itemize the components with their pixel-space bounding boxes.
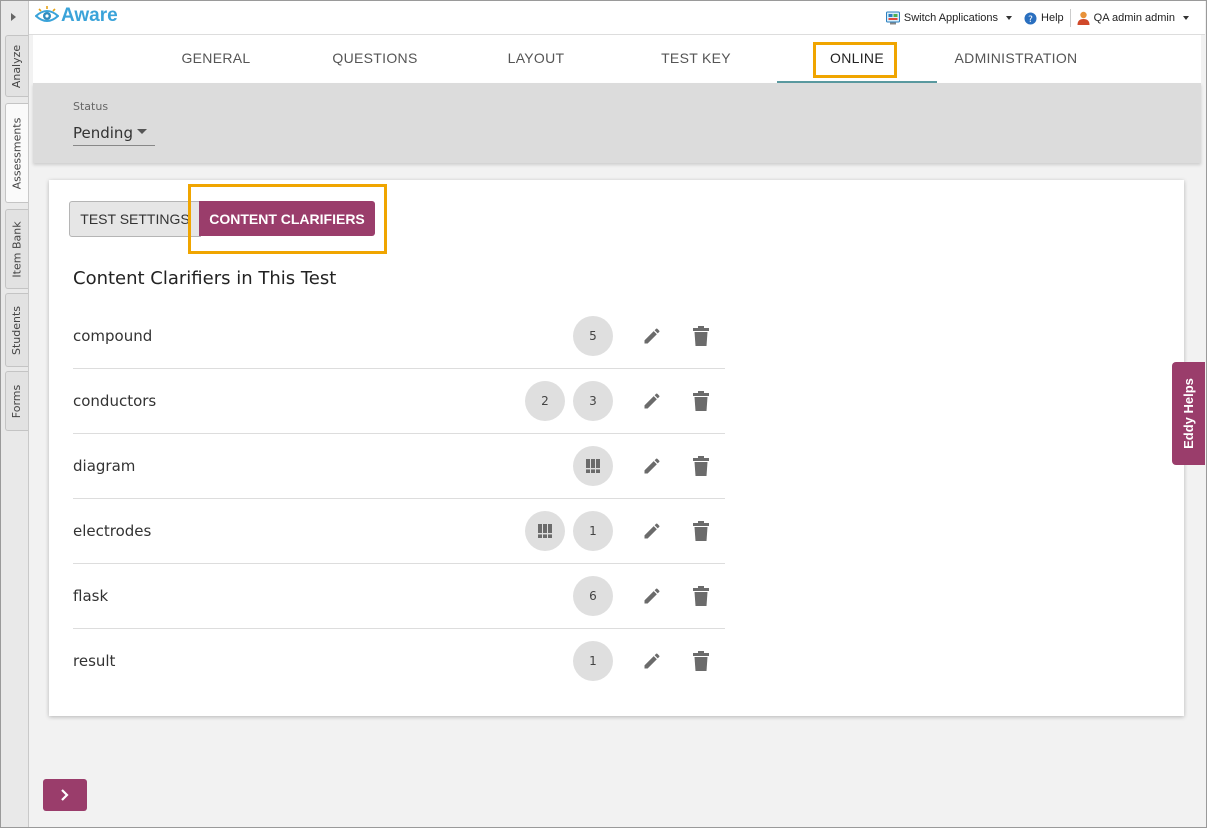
delete-button[interactable]	[689, 519, 713, 543]
rail-tab-item-bank[interactable]: Item Bank	[5, 209, 28, 289]
trash-icon	[693, 586, 709, 606]
edit-button[interactable]	[640, 519, 664, 543]
expand-panel-button[interactable]	[43, 779, 87, 811]
usage-count-chip[interactable]: 1	[573, 511, 613, 551]
eye-logo-icon	[35, 6, 59, 22]
book-icon	[586, 459, 600, 473]
tab-layout[interactable]: LAYOUT	[501, 35, 571, 81]
tab-general[interactable]: GENERAL	[176, 35, 256, 81]
pencil-icon	[644, 588, 660, 604]
clarifier-term: electrodes	[73, 522, 152, 540]
chevron-right-icon	[61, 789, 69, 801]
rail-tab-assessments[interactable]: Assessments	[5, 103, 28, 203]
clarifier-row: conductors 2 3	[73, 369, 725, 434]
edit-button[interactable]	[640, 324, 664, 348]
clarifier-term: result	[73, 652, 116, 670]
clarifier-term: conductors	[73, 392, 157, 410]
test-settings-button[interactable]: TEST SETTINGS	[69, 201, 201, 237]
online-tab-highlight	[813, 42, 897, 78]
trash-icon	[693, 326, 709, 346]
assessment-nav: GENERAL QUESTIONS LAYOUT TEST KEY ONLINE…	[33, 35, 1201, 83]
usage-count-chip[interactable]: 1	[573, 641, 613, 681]
app-name: Aware	[61, 5, 118, 26]
content-card: TEST SETTINGS CONTENT CLARIFIERS Content…	[49, 180, 1184, 716]
delete-button[interactable]	[689, 584, 713, 608]
library-chip[interactable]	[573, 446, 613, 486]
usage-count-chip[interactable]: 3	[573, 381, 613, 421]
clarifier-row: electrodes 1	[73, 499, 725, 564]
switch-apps-icon	[885, 11, 900, 25]
help-icon: ?	[1024, 12, 1037, 25]
clarifier-row: diagram	[73, 434, 725, 499]
delete-button[interactable]	[689, 454, 713, 478]
top-bar: Aware Switch Applications ? Help QA admi…	[29, 1, 1205, 35]
status-dropdown[interactable]: Pending	[73, 121, 155, 146]
edit-button[interactable]	[640, 649, 664, 673]
clarifier-row: compound 5	[73, 304, 725, 369]
help-label: Help	[1041, 12, 1064, 24]
tab-administration[interactable]: ADMINISTRATION	[951, 35, 1081, 81]
book-icon	[538, 524, 552, 538]
pencil-icon	[644, 523, 660, 539]
edit-button[interactable]	[640, 389, 664, 413]
status-band: Status Pending	[33, 83, 1201, 163]
usage-count-chip[interactable]: 5	[573, 316, 613, 356]
clarifier-term: flask	[73, 587, 109, 605]
pencil-icon	[644, 393, 660, 409]
status-value: Pending	[73, 124, 133, 142]
svg-text:?: ?	[1028, 15, 1033, 25]
clarifier-term: diagram	[73, 457, 136, 475]
pencil-icon	[644, 653, 660, 669]
switch-applications-menu[interactable]: Switch Applications	[880, 11, 1018, 25]
trash-icon	[693, 521, 709, 541]
content-clarifiers-highlight	[188, 184, 387, 254]
rail-tab-forms[interactable]: Forms	[5, 371, 28, 431]
app-logo[interactable]: Aware	[35, 5, 118, 27]
usage-count-chip[interactable]: 6	[573, 576, 613, 616]
rail-tab-analyze[interactable]: Analyze	[5, 35, 28, 97]
edit-button[interactable]	[640, 454, 664, 478]
user-menu[interactable]: QA admin admin	[1071, 11, 1195, 25]
pencil-icon	[644, 458, 660, 474]
clarifier-row: result 1	[73, 629, 725, 693]
switch-applications-label: Switch Applications	[903, 12, 999, 24]
edit-button[interactable]	[640, 584, 664, 608]
section-title: Content Clarifiers in This Test	[73, 268, 337, 289]
rail-tab-students[interactable]: Students	[5, 293, 28, 367]
tab-questions[interactable]: QUESTIONS	[329, 35, 421, 81]
eddy-helps-label: Eddy Helps	[1181, 378, 1197, 449]
delete-button[interactable]	[689, 649, 713, 673]
delete-button[interactable]	[689, 324, 713, 348]
header-actions: Switch Applications ? Help QA admin admi…	[880, 9, 1195, 27]
pencil-icon	[644, 328, 660, 344]
trash-icon	[693, 456, 709, 476]
clarifier-term: compound	[73, 327, 153, 345]
user-menu-caret-icon	[1183, 16, 1189, 20]
status-label: Status	[73, 100, 109, 113]
left-rail: Analyze Assessments Item Bank Students F…	[1, 1, 29, 827]
clarifier-row: flask 6	[73, 564, 725, 629]
eddy-helps-tab[interactable]: Eddy Helps	[1172, 362, 1205, 465]
delete-button[interactable]	[689, 389, 713, 413]
user-avatar-icon	[1077, 11, 1090, 25]
trash-icon	[693, 391, 709, 411]
library-chip[interactable]	[525, 511, 565, 551]
switch-apps-caret-icon	[1006, 16, 1013, 20]
trash-icon	[693, 651, 709, 671]
user-name: QA admin admin	[1093, 12, 1175, 24]
tab-test-key[interactable]: TEST KEY	[651, 35, 741, 81]
help-link[interactable]: ? Help	[1018, 12, 1070, 25]
usage-count-chip[interactable]: 2	[525, 381, 565, 421]
status-dropdown-arrow-icon	[137, 129, 147, 134]
rail-expand-icon[interactable]	[11, 13, 16, 21]
